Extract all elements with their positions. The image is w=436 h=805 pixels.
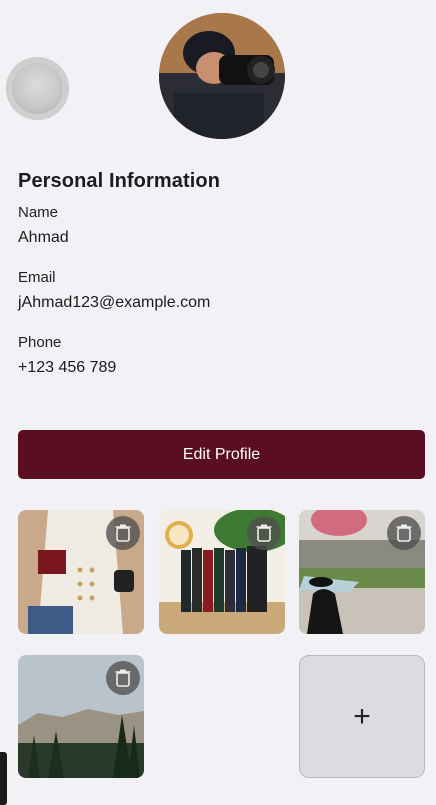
gallery-photo[interactable]: [18, 655, 144, 778]
add-photo-button[interactable]: +: [299, 655, 425, 778]
gallery-photo[interactable]: [18, 510, 144, 634]
edit-profile-button[interactable]: Edit Profile: [18, 430, 425, 479]
gallery-photo[interactable]: [299, 510, 425, 634]
trash-icon: [115, 669, 131, 687]
avatar-photo: [159, 13, 285, 139]
phone-label: Phone: [18, 334, 62, 351]
gallery-photo[interactable]: [159, 510, 285, 634]
delete-photo-button[interactable]: [387, 516, 421, 550]
email-value: jAhmad123@example.com: [18, 294, 211, 311]
avatar[interactable]: [159, 13, 285, 139]
plus-icon: +: [353, 699, 371, 733]
trash-icon: [115, 524, 131, 542]
delete-photo-button[interactable]: [106, 516, 140, 550]
back-button[interactable]: [6, 57, 69, 120]
edge-indicator: [0, 752, 7, 805]
email-label: Email: [18, 269, 56, 286]
delete-photo-button[interactable]: [106, 661, 140, 695]
name-value: Ahmad: [18, 229, 69, 246]
section-title: Personal Information: [18, 170, 221, 192]
trash-icon: [396, 524, 412, 542]
phone-value: +123 456 789: [18, 359, 117, 376]
name-label: Name: [18, 204, 59, 221]
delete-photo-button[interactable]: [247, 516, 281, 550]
trash-icon: [256, 524, 272, 542]
